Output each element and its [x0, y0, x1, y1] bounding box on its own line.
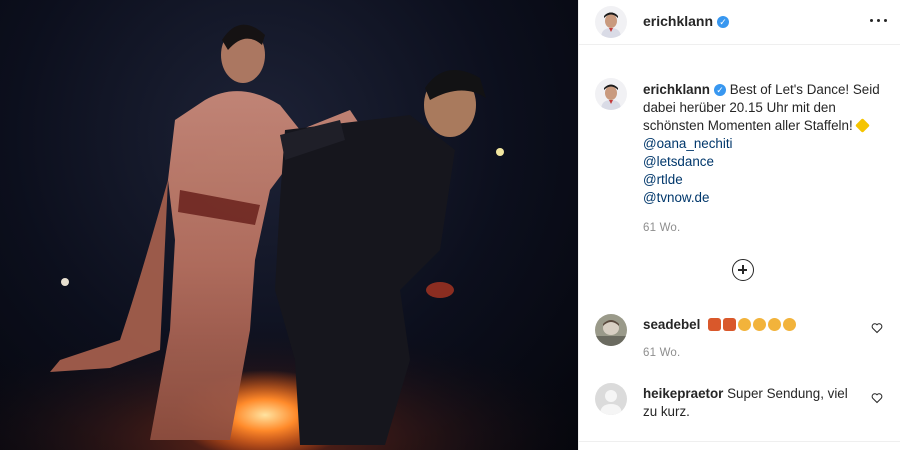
- default-avatar-icon: [595, 383, 627, 415]
- verified-badge-icon: ✓: [717, 16, 730, 28]
- heart-icon[interactable]: [871, 322, 883, 334]
- mention-link[interactable]: @letsdance: [643, 153, 887, 171]
- heart-icon[interactable]: [871, 392, 883, 404]
- post-caption: erichklann ✓ Best of Let's Dance! Seid da…: [643, 81, 887, 207]
- avatar-image: [595, 6, 627, 38]
- comment-username[interactable]: seadebel: [643, 317, 700, 332]
- caption-timestamp[interactable]: 61 Wo.: [643, 222, 680, 234]
- avatar-image: [595, 314, 627, 346]
- avatar-image: [595, 78, 627, 110]
- comment-username[interactable]: heikepraetor: [643, 386, 723, 401]
- explosion-emoji-icon: [855, 118, 871, 133]
- author-username[interactable]: erichklann ✓: [643, 13, 730, 29]
- divider: [579, 441, 900, 442]
- post-image[interactable]: [0, 0, 578, 450]
- dancer-emoji-icon: [723, 318, 737, 331]
- dancer-emoji-icon: [708, 318, 722, 331]
- clap-emoji-icon: [783, 318, 797, 331]
- plus-circle-icon[interactable]: [732, 259, 754, 281]
- dance-photo: [0, 24, 578, 450]
- mention-link[interactable]: @rtlde: [643, 171, 887, 189]
- caption-author-avatar[interactable]: [595, 78, 627, 110]
- more-options-icon[interactable]: [867, 8, 891, 32]
- raised-hands-emoji-icon: [738, 318, 752, 331]
- mention-link[interactable]: @oana_nechiti: [643, 135, 887, 153]
- comment: seadebel: [643, 316, 863, 334]
- post-side-panel: erichklann ✓ erichklann ✓ Best of Let's Da…: [578, 0, 900, 450]
- commenter-avatar[interactable]: [595, 314, 627, 346]
- clap-emoji-icon: [753, 318, 767, 331]
- caption-username[interactable]: erichklann: [643, 82, 710, 97]
- author-avatar[interactable]: [595, 6, 627, 38]
- mention-link[interactable]: @tvnow.de: [643, 189, 887, 207]
- comment: heikepraetor Super Sendung, viel zu kurz…: [643, 385, 863, 421]
- comment-emojis: [708, 317, 798, 332]
- verified-badge-icon: ✓: [713, 84, 726, 96]
- author-username-text[interactable]: erichklann: [643, 13, 713, 29]
- clap-emoji-icon: [768, 318, 782, 331]
- post-header: erichklann ✓: [579, 0, 900, 45]
- instagram-post-view: erichklann ✓ erichklann ✓ Best of Let's Da…: [0, 0, 900, 450]
- comment-timestamp[interactable]: 61 Wo.: [643, 347, 680, 359]
- commenter-avatar[interactable]: [595, 383, 627, 415]
